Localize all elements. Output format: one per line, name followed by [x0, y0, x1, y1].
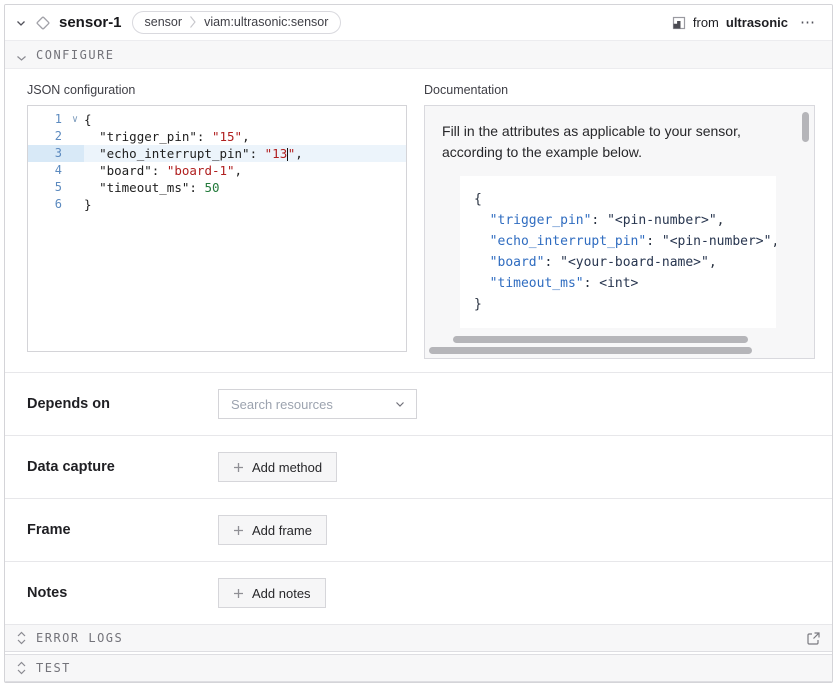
panel-vertical-scrollbar[interactable] — [802, 112, 809, 142]
fold-chevron-icon[interactable]: ∨ — [66, 111, 84, 128]
notes-label: Notes — [27, 585, 218, 601]
add-frame-label: Add frame — [252, 523, 312, 538]
documentation-intro: Fill in the attributes as applicable to … — [442, 121, 787, 163]
fold-spacer — [66, 196, 84, 213]
add-notes-button[interactable]: Add notes — [218, 578, 326, 608]
plus-icon — [233, 588, 244, 599]
from-prefix: from — [693, 15, 719, 30]
sensor-diamond-icon — [35, 15, 51, 31]
collapse-section-icon[interactable] — [16, 48, 27, 61]
code-horizontal-scrollbar[interactable] — [453, 336, 748, 343]
error-logs-section-header[interactable]: ERROR LOGS — [5, 624, 832, 652]
row-depends-on: Depends on Search resources — [5, 372, 832, 435]
expand-section-icon[interactable] — [16, 631, 27, 645]
test-section-header[interactable]: TEST — [5, 654, 832, 682]
line-number: 2 — [28, 128, 66, 145]
more-options-button[interactable]: ⋯ — [796, 13, 820, 32]
configure-title: CONFIGURE — [36, 48, 115, 62]
configure-panel: JSON configuration 1∨{2 "trigger_pin": "… — [5, 69, 832, 372]
chevron-down-icon — [394, 398, 406, 410]
chevron-right-icon — [189, 15, 197, 29]
doc-code-line: { — [474, 189, 776, 210]
doc-code-line: "timeout_ms": <int> — [474, 273, 776, 294]
line-number: 3 — [28, 145, 66, 162]
panel-horizontal-scrollbar[interactable] — [429, 347, 752, 354]
test-title: TEST — [36, 661, 71, 675]
fold-spacer — [66, 145, 84, 162]
add-notes-label: Add notes — [252, 586, 311, 601]
row-frame: Frame Add frame — [5, 498, 832, 561]
fold-spacer — [66, 162, 84, 179]
doc-code-line: } — [474, 294, 776, 315]
line-number: 1 — [28, 111, 66, 128]
type-label: sensor — [145, 15, 183, 29]
doc-code-line: "board": "<your-board-name>", — [474, 252, 776, 273]
depends-on-label: Depends on — [27, 396, 218, 412]
documentation-panel: Fill in the attributes as applicable to … — [424, 105, 815, 359]
code-text: "timeout_ms": 50 — [84, 179, 406, 196]
json-configuration-label: JSON configuration — [27, 83, 407, 97]
documentation-code-example: { "trigger_pin": "<pin-number>", "echo_i… — [460, 176, 776, 328]
code-text: } — [84, 196, 406, 213]
doc-code-line: "trigger_pin": "<pin-number>", — [474, 210, 776, 231]
depends-on-select[interactable]: Search resources — [218, 389, 417, 419]
expand-section-icon[interactable] — [16, 661, 27, 675]
code-text: "board": "board-1", — [84, 162, 406, 179]
resource-name: sensor-1 — [59, 14, 122, 31]
editor-line-2[interactable]: 2 "trigger_pin": "15", — [28, 128, 406, 145]
line-number: 6 — [28, 196, 66, 213]
add-method-label: Add method — [252, 460, 322, 475]
from-module-name: ultrasonic — [726, 15, 788, 30]
code-text: "echo_interrupt_pin": "13", — [84, 145, 406, 162]
json-editor[interactable]: 1∨{2 "trigger_pin": "15",3 "echo_interru… — [27, 105, 407, 352]
line-number: 5 — [28, 179, 66, 196]
editor-line-5[interactable]: 5 "timeout_ms": 50 — [28, 179, 406, 196]
resource-card: sensor-1 sensor viam:ultrasonic:sensor f… — [4, 4, 833, 683]
resource-type-badge: sensor viam:ultrasonic:sensor — [132, 11, 342, 34]
fold-spacer — [66, 128, 84, 145]
plus-icon — [233, 462, 244, 473]
open-in-new-icon[interactable] — [806, 631, 821, 646]
frame-label: Frame — [27, 522, 218, 538]
error-logs-title: ERROR LOGS — [36, 631, 123, 645]
code-text: { — [84, 111, 406, 128]
module-icon — [672, 16, 686, 30]
row-data-capture: Data capture Add method — [5, 435, 832, 498]
documentation-label: Documentation — [424, 83, 815, 97]
plus-icon — [233, 525, 244, 536]
editor-line-6[interactable]: 6} — [28, 196, 406, 213]
editor-line-4[interactable]: 4 "board": "board-1", — [28, 162, 406, 179]
doc-code-line: "echo_interrupt_pin": "<pin-number>", — [474, 231, 776, 252]
editor-line-1[interactable]: 1∨{ — [28, 111, 406, 128]
code-text: "trigger_pin": "15", — [84, 128, 406, 145]
collapse-chevron-icon[interactable] — [15, 17, 27, 29]
data-capture-label: Data capture — [27, 459, 218, 475]
depends-on-placeholder: Search resources — [231, 397, 394, 412]
editor-line-3[interactable]: 3 "echo_interrupt_pin": "13", — [28, 145, 406, 162]
configure-section-header[interactable]: CONFIGURE — [5, 41, 832, 69]
line-number: 4 — [28, 162, 66, 179]
model-label: viam:ultrasonic:sensor — [204, 15, 328, 29]
add-method-button[interactable]: Add method — [218, 452, 337, 482]
add-frame-button[interactable]: Add frame — [218, 515, 327, 545]
module-source: from ultrasonic — [672, 15, 788, 30]
fold-spacer — [66, 179, 84, 196]
resource-header: sensor-1 sensor viam:ultrasonic:sensor f… — [5, 5, 832, 41]
row-notes: Notes Add notes — [5, 561, 832, 624]
